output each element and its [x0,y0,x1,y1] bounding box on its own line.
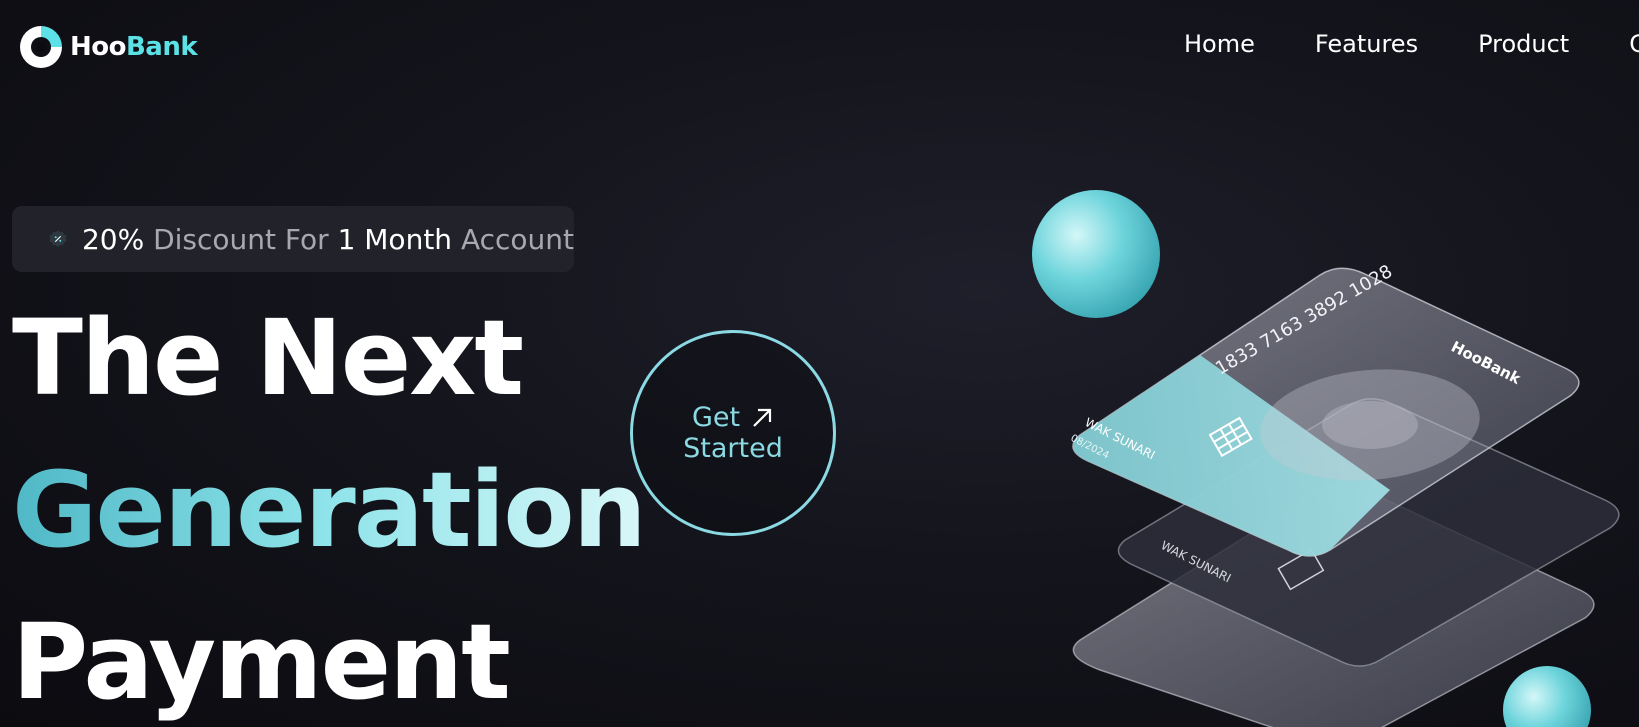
cards-illustration: WAK SUNARI 1833 7163 3892 1028 HooBank W… [1032,190,1620,727]
nav-features-link[interactable]: Features [1315,30,1418,58]
cta-label-line1: Get [691,402,741,433]
brand-logo[interactable]: HooBank [16,22,198,72]
discount-icon [49,230,67,248]
nav-product-link[interactable]: Product [1478,30,1569,58]
get-started-button[interactable]: Get Started [630,330,836,536]
hero-heading-line3: Payment [12,601,511,723]
hero-heading-line2: Generation [12,449,647,571]
hero-heading-line1: The Next [12,297,524,419]
nav-clients-link[interactable]: C [1629,30,1639,58]
cta-label-line2: Started [683,433,783,464]
decorative-sphere-top [1032,190,1160,318]
brand-name: HooBank [70,32,198,62]
nav-home-link[interactable]: Home [1184,30,1255,58]
discount-text: 20% Discount For 1 Month Account [81,222,574,256]
decorative-sphere-bottom [1503,666,1591,727]
discount-badge: 20% Discount For 1 Month Account [12,206,574,272]
main-nav: Home Features Product C [1184,30,1639,58]
hoobank-logo-icon [20,26,62,68]
arrow-up-right-icon [753,408,772,427]
